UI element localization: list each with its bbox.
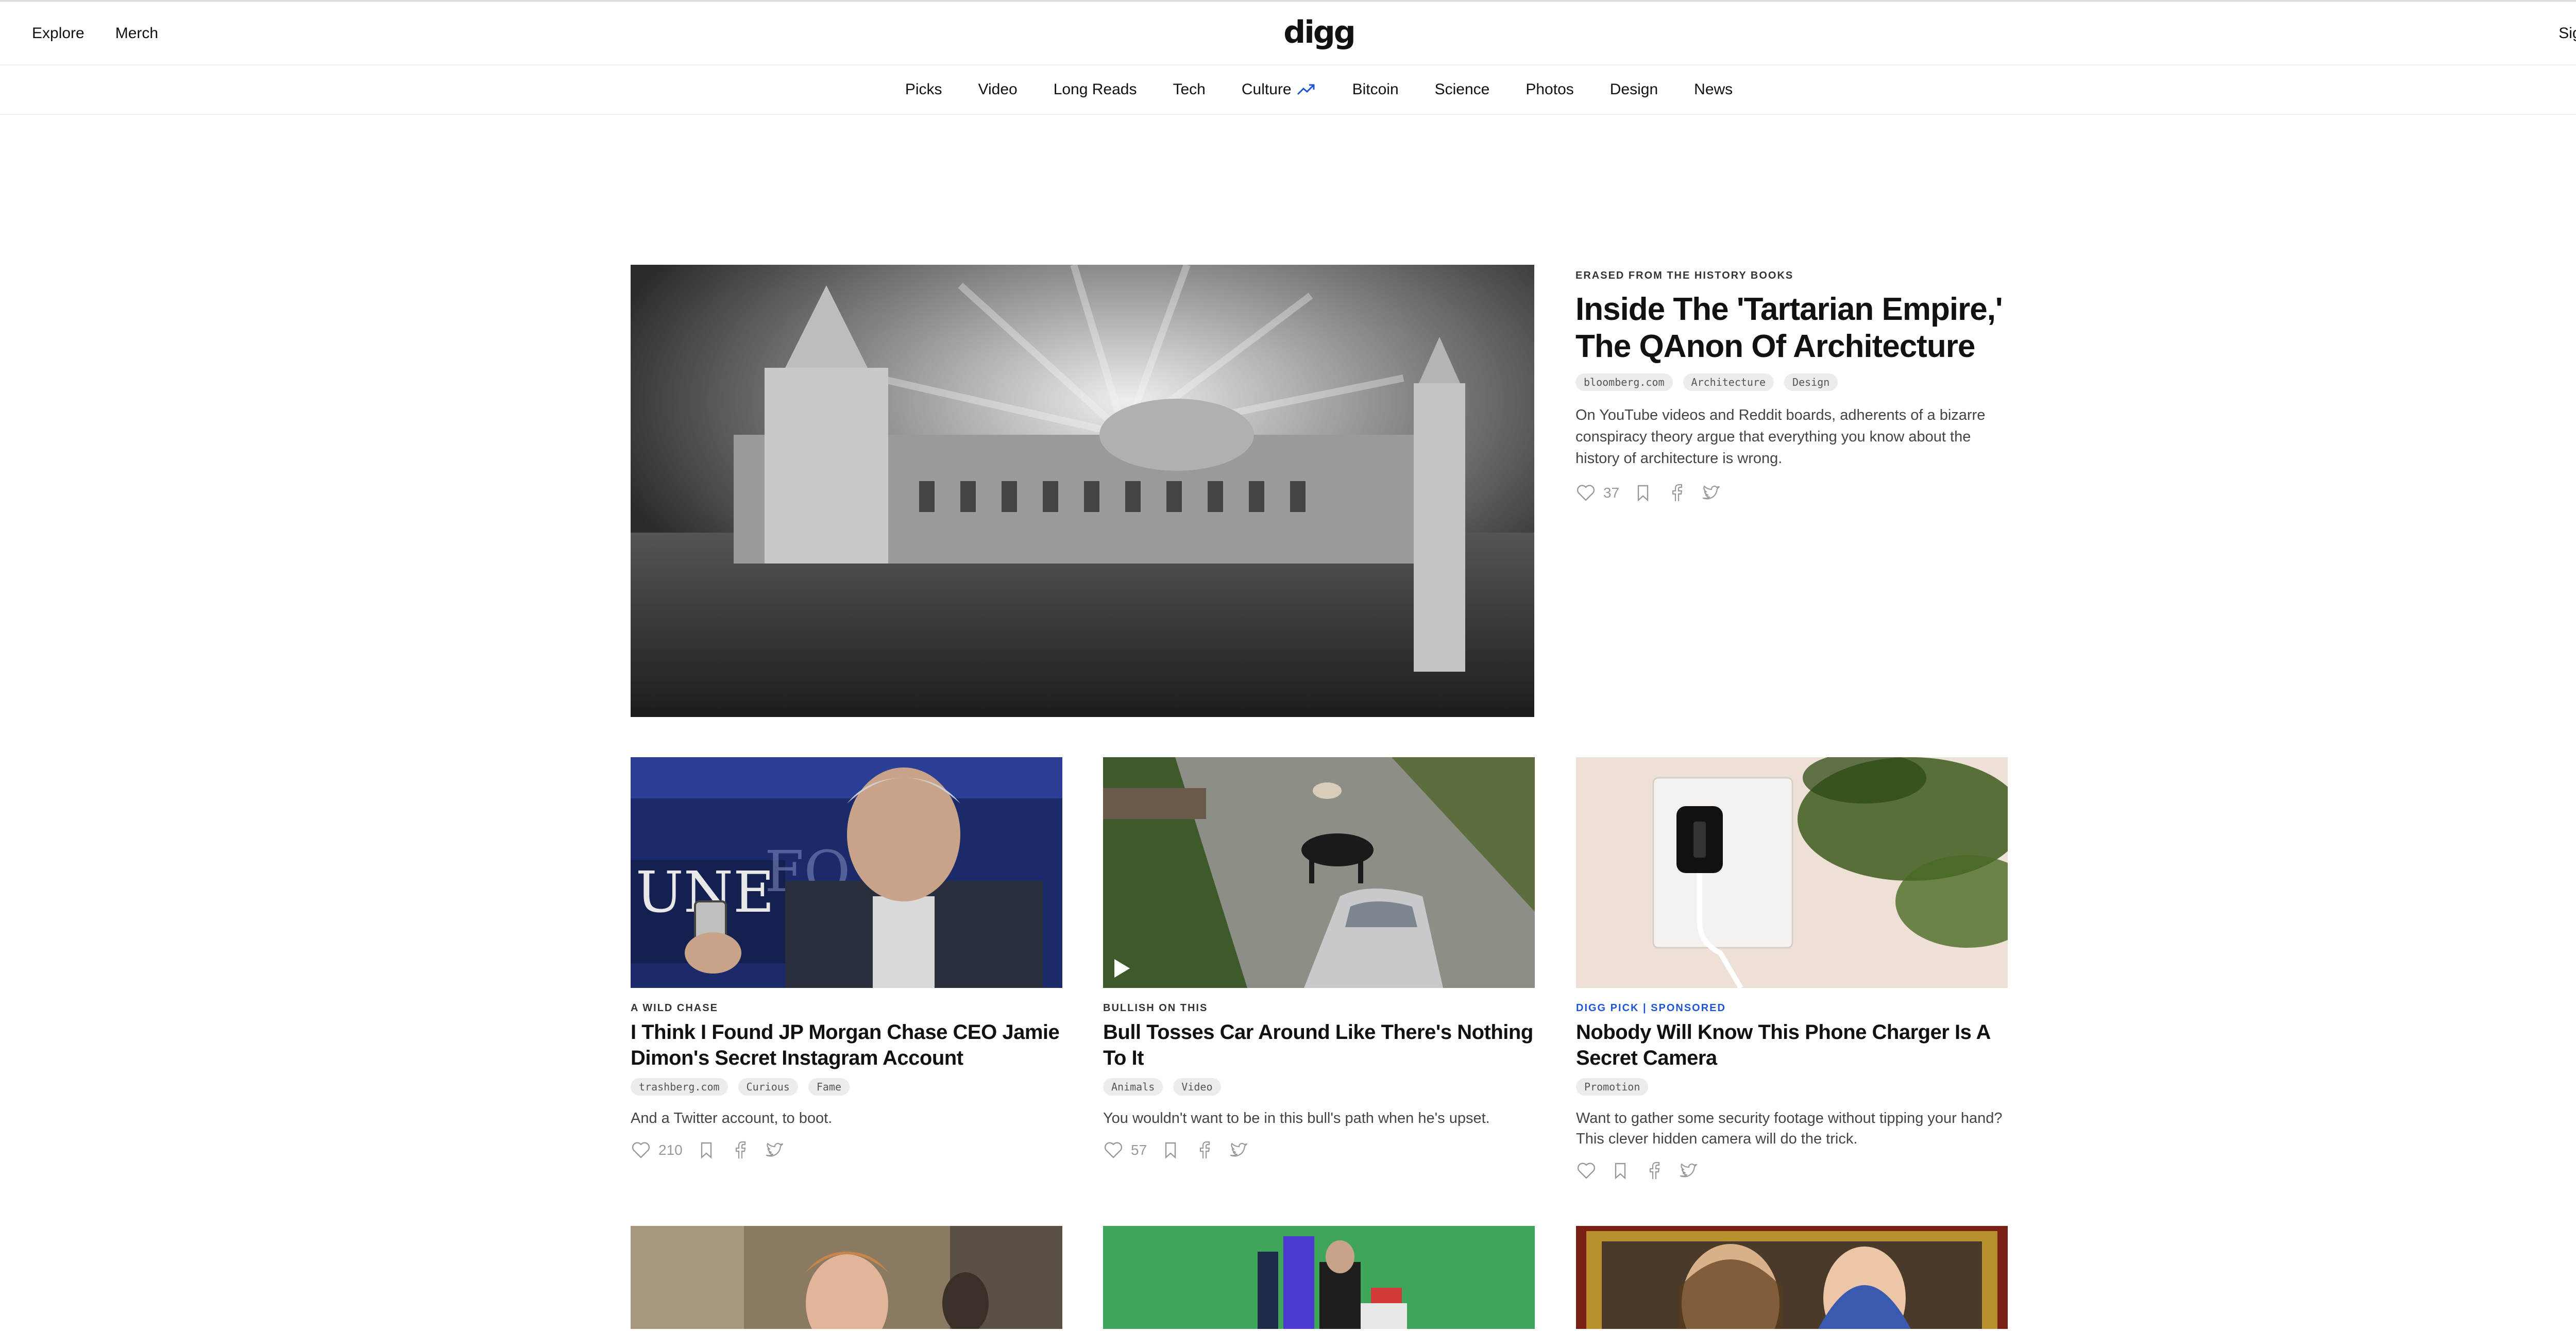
heart-icon [632, 1142, 650, 1158]
nav-design[interactable]: Design [1610, 81, 1658, 98]
like-count: 210 [658, 1142, 683, 1158]
featured-info: ERASED FROM THE HISTORY BOOKS Inside The… [1575, 270, 2007, 503]
sign-in-link[interactable]: Sign in [2558, 25, 2576, 42]
tag-design[interactable]: Design [1784, 373, 1838, 391]
site-header: Explore Merch digg Sign in [0, 2, 2576, 65]
tag-source[interactable]: bloomberg.com [1575, 373, 1673, 391]
card-tags: trashberg.com Curious Fame [631, 1078, 1062, 1096]
like-button[interactable]: 57 [1103, 1140, 1147, 1161]
card-kicker: A WILD CHASE [631, 1002, 718, 1014]
story-card-dimon: UNE FO A WILD CHASE I Think I Found JP M… [631, 757, 1062, 1161]
card-title[interactable]: Bull Tosses Car Around Like There's Noth… [1103, 1019, 1535, 1071]
tag-architecture[interactable]: Architecture [1683, 373, 1774, 391]
card-title[interactable]: Nobody Will Know This Phone Charger Is A… [1576, 1019, 2008, 1071]
story-card-bull: BULLISH ON THIS Bull Tosses Car Around L… [1103, 757, 1535, 1161]
card-image-bull[interactable] [1103, 757, 1535, 988]
card-actions: 210 [631, 1140, 1062, 1161]
tag-video[interactable]: Video [1173, 1078, 1221, 1096]
tag-animals[interactable]: Animals [1103, 1078, 1163, 1096]
bookmark-icon[interactable] [696, 1140, 717, 1161]
card-tags: Animals Video [1103, 1078, 1535, 1096]
facebook-icon[interactable] [1667, 483, 1687, 503]
tag-fame[interactable]: Fame [808, 1078, 850, 1096]
nav-tech[interactable]: Tech [1173, 81, 1205, 98]
like-button[interactable] [1576, 1161, 1597, 1181]
card-image-next-3[interactable] [1576, 1226, 2008, 1329]
card-kicker: BULLISH ON THIS [1103, 1002, 1208, 1014]
story-card-charger: DIGG PICK | SPONSORED Nobody Will Know T… [1576, 757, 2008, 1181]
card-image-next-1[interactable] [631, 1226, 1062, 1329]
featured-image[interactable] [631, 265, 1534, 717]
twitter-icon[interactable] [1678, 1161, 1699, 1181]
card-title[interactable]: I Think I Found JP Morgan Chase CEO Jami… [631, 1019, 1062, 1071]
nav-bitcoin[interactable]: Bitcoin [1352, 81, 1399, 98]
facebook-icon[interactable] [1194, 1140, 1215, 1161]
nav-video[interactable]: Video [978, 81, 1018, 98]
featured-tags: bloomberg.com Architecture Design [1575, 373, 2007, 391]
card-image-next-2[interactable] [1103, 1226, 1535, 1329]
twitter-icon[interactable] [764, 1140, 785, 1161]
tag-promotion[interactable]: Promotion [1576, 1078, 1649, 1096]
card-kicker: DIGG PICK | SPONSORED [1576, 1002, 1726, 1014]
heart-icon [1104, 1142, 1123, 1158]
nav-long-reads[interactable]: Long Reads [1054, 81, 1137, 98]
card-description: Want to gather some security footage wit… [1576, 1110, 2003, 1147]
nav-science[interactable]: Science [1435, 81, 1490, 98]
merch-link[interactable]: Merch [115, 25, 158, 42]
bookmark-icon[interactable] [1633, 483, 1653, 503]
category-nav: Picks Video Long Reads Tech Culture Bitc… [0, 65, 2576, 115]
nav-picks[interactable]: Picks [905, 81, 942, 98]
bookmark-icon[interactable] [1160, 1140, 1181, 1161]
like-count: 57 [1131, 1142, 1147, 1158]
card-tags: Promotion [1576, 1078, 2008, 1096]
digg-logo[interactable]: digg [1283, 17, 1355, 48]
card-actions [1576, 1161, 2008, 1181]
card-description: And a Twitter account, to boot. [631, 1110, 833, 1127]
card-actions: 57 [1103, 1140, 1535, 1161]
like-count: 37 [1603, 485, 1620, 501]
heart-icon [1577, 1163, 1596, 1179]
nav-news[interactable]: News [1694, 81, 1733, 98]
featured-kicker: ERASED FROM THE HISTORY BOOKS [1575, 270, 1794, 281]
twitter-icon[interactable] [1228, 1140, 1249, 1161]
card-image-charger[interactable] [1576, 757, 2008, 988]
heart-icon [1577, 485, 1595, 501]
featured-story: ERASED FROM THE HISTORY BOOKS Inside The… [631, 265, 2007, 717]
header-right: Sign in [2558, 2, 2576, 65]
card-description: You wouldn't want to be in this bull's p… [1103, 1110, 1490, 1127]
card-image-dimon[interactable]: UNE FO [631, 757, 1062, 988]
like-button[interactable]: 210 [631, 1140, 683, 1161]
tag-curious[interactable]: Curious [738, 1078, 798, 1096]
header-left: Explore Merch [32, 2, 158, 65]
nav-photos[interactable]: Photos [1526, 81, 1573, 98]
twitter-icon[interactable] [1701, 483, 1721, 503]
explore-link[interactable]: Explore [32, 25, 84, 42]
nav-culture-label: Culture [1241, 81, 1292, 98]
like-button[interactable]: 37 [1575, 483, 1619, 503]
featured-description: On YouTube videos and Reddit boards, adh… [1575, 407, 1986, 467]
tag-source[interactable]: trashberg.com [631, 1078, 728, 1096]
nav-culture[interactable]: Culture [1242, 81, 1316, 98]
facebook-icon[interactable] [730, 1140, 751, 1161]
featured-actions: 37 [1575, 483, 2007, 503]
bookmark-icon[interactable] [1610, 1161, 1631, 1181]
featured-title[interactable]: Inside The 'Tartarian Empire,' The QAnon… [1575, 291, 2007, 365]
trending-arrow-icon [1297, 84, 1315, 95]
facebook-icon[interactable] [1644, 1161, 1665, 1181]
